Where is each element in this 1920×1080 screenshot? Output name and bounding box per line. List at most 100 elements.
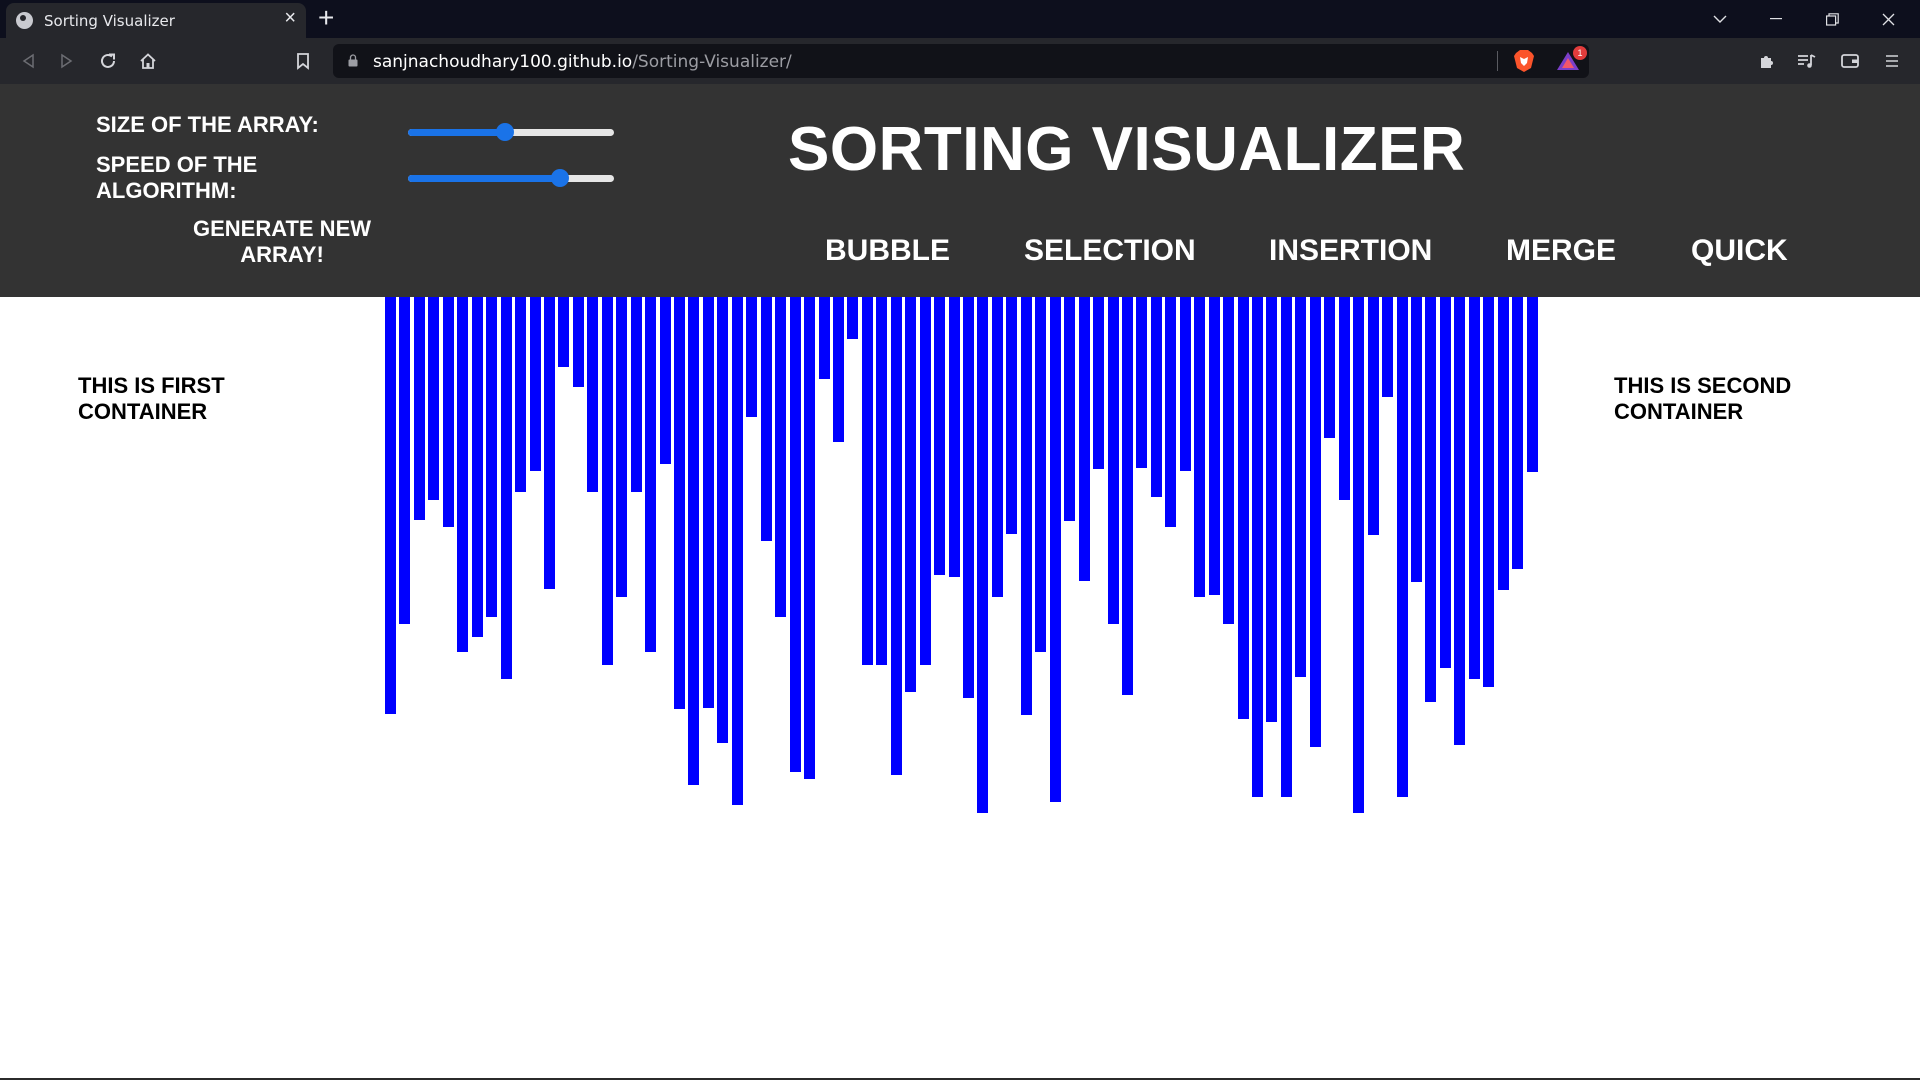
- speed-slider[interactable]: [408, 168, 614, 188]
- playlist-icon[interactable]: [1793, 47, 1821, 75]
- extensions-icon[interactable]: [1753, 47, 1781, 75]
- array-bar: [1035, 297, 1047, 652]
- array-bar: [890, 297, 902, 775]
- array-bar: [1078, 297, 1090, 581]
- second-container-text: THIS IS SECOND CONTAINER: [1614, 373, 1791, 425]
- slider-fill: [408, 175, 561, 182]
- array-bar: [1353, 297, 1365, 813]
- array-bar: [413, 297, 425, 520]
- array-bar: [1497, 297, 1509, 590]
- array-bar: [471, 297, 483, 637]
- restore-icon[interactable]: [1804, 0, 1860, 38]
- slider-thumb[interactable]: [495, 123, 514, 141]
- merge-sort-button[interactable]: MERGE: [1506, 234, 1616, 268]
- array-bar: [1136, 297, 1148, 468]
- reload-icon[interactable]: [94, 47, 122, 75]
- array-bar: [1165, 297, 1177, 527]
- array-bar: [717, 297, 729, 743]
- array-bars: [385, 297, 1538, 817]
- array-size-label: SIZE OF THE ARRAY:: [96, 112, 319, 137]
- array-bar: [1324, 297, 1336, 438]
- second-container-line1: THIS IS SECOND: [1614, 373, 1792, 398]
- forward-icon[interactable]: [53, 47, 81, 75]
- first-container-line2: CONTAINER: [78, 399, 208, 424]
- tab-search-icon[interactable]: [1692, 0, 1748, 38]
- slider-thumb[interactable]: [551, 169, 570, 187]
- array-bar: [1483, 297, 1495, 687]
- bookmark-icon[interactable]: [289, 47, 317, 75]
- lock-icon: [348, 54, 358, 67]
- array-bar: [1179, 297, 1191, 471]
- quick-sort-button[interactable]: QUICK: [1691, 234, 1788, 268]
- browser-tab[interactable]: Sorting Visualizer ×: [6, 3, 306, 38]
- array-bar: [1223, 297, 1235, 624]
- browser-tab-strip: Sorting Visualizer × +: [0, 0, 1920, 38]
- array-bar: [760, 297, 772, 541]
- array-bar: [1049, 297, 1061, 802]
- array-bar: [1338, 297, 1350, 500]
- bubble-sort-button[interactable]: BUBBLE: [825, 234, 950, 268]
- speed-label-line1: SPEED OF THE: [96, 152, 258, 177]
- new-tab-icon[interactable]: +: [318, 3, 334, 33]
- second-container-line2: CONTAINER: [1614, 399, 1744, 424]
- brave-shields-icon[interactable]: [1513, 49, 1535, 73]
- array-bar: [385, 297, 396, 714]
- close-tab-icon[interactable]: ×: [284, 8, 296, 28]
- speed-label: SPEED OF THE ALGORITHM:: [96, 152, 257, 204]
- menu-icon[interactable]: [1878, 47, 1906, 75]
- url-divider: [1497, 51, 1498, 71]
- array-bar: [1194, 297, 1206, 597]
- array-bar: [1064, 297, 1076, 521]
- array-bar: [500, 297, 512, 679]
- array-bar: [832, 297, 844, 442]
- array-bar: [775, 297, 787, 617]
- wallet-icon[interactable]: [1836, 47, 1864, 75]
- array-bar: [818, 297, 830, 379]
- array-bar: [847, 297, 859, 339]
- insertion-sort-button[interactable]: INSERTION: [1269, 234, 1432, 268]
- url-text: sanjnachoudhary100.github.io/Sorting-Vis…: [373, 52, 792, 72]
- array-bar: [645, 297, 657, 652]
- array-size-slider[interactable]: [408, 122, 614, 142]
- array-bar: [1020, 297, 1032, 715]
- array-bar: [991, 297, 1003, 597]
- array-bar: [659, 297, 671, 464]
- selection-sort-button[interactable]: SELECTION: [1024, 234, 1196, 268]
- array-bar: [1309, 297, 1321, 747]
- array-bar: [731, 297, 743, 805]
- home-icon[interactable]: [134, 47, 162, 75]
- array-bar: [1526, 297, 1538, 472]
- array-bar: [934, 297, 946, 575]
- array-bar: [558, 297, 570, 367]
- array-bar: [1107, 297, 1119, 624]
- notification-badge: 1: [1573, 46, 1587, 60]
- array-bar: [789, 297, 801, 772]
- page-title: SORTING VISUALIZER: [788, 115, 1466, 184]
- array-bar: [1237, 297, 1249, 719]
- generate-new-array-button[interactable]: GENERATE NEW ARRAY!: [182, 216, 382, 268]
- array-bar: [804, 297, 816, 779]
- array-bar: [948, 297, 960, 577]
- array-bar: [630, 297, 642, 492]
- tab-title: Sorting Visualizer: [44, 12, 175, 30]
- array-bar: [1367, 297, 1379, 535]
- array-bar: [1208, 297, 1220, 595]
- first-container-text: THIS IS FIRST CONTAINER: [78, 373, 225, 425]
- array-bar: [1396, 297, 1408, 797]
- array-bar: [486, 297, 498, 617]
- close-window-icon[interactable]: [1860, 0, 1916, 38]
- array-bar: [674, 297, 685, 709]
- address-bar[interactable]: sanjnachoudhary100.github.io/Sorting-Vis…: [333, 44, 1589, 78]
- back-icon[interactable]: [14, 47, 42, 75]
- array-bar: [1006, 297, 1018, 534]
- array-bar: [601, 297, 613, 665]
- array-bar: [1266, 297, 1278, 722]
- array-bar: [399, 297, 411, 624]
- array-bar: [861, 297, 873, 665]
- array-bar: [1410, 297, 1422, 582]
- array-bar: [529, 297, 541, 471]
- url-host: sanjnachoudhary100.github.io: [373, 52, 633, 72]
- array-bar: [1295, 297, 1307, 677]
- minimize-icon[interactable]: [1748, 0, 1804, 38]
- array-bar: [457, 297, 469, 652]
